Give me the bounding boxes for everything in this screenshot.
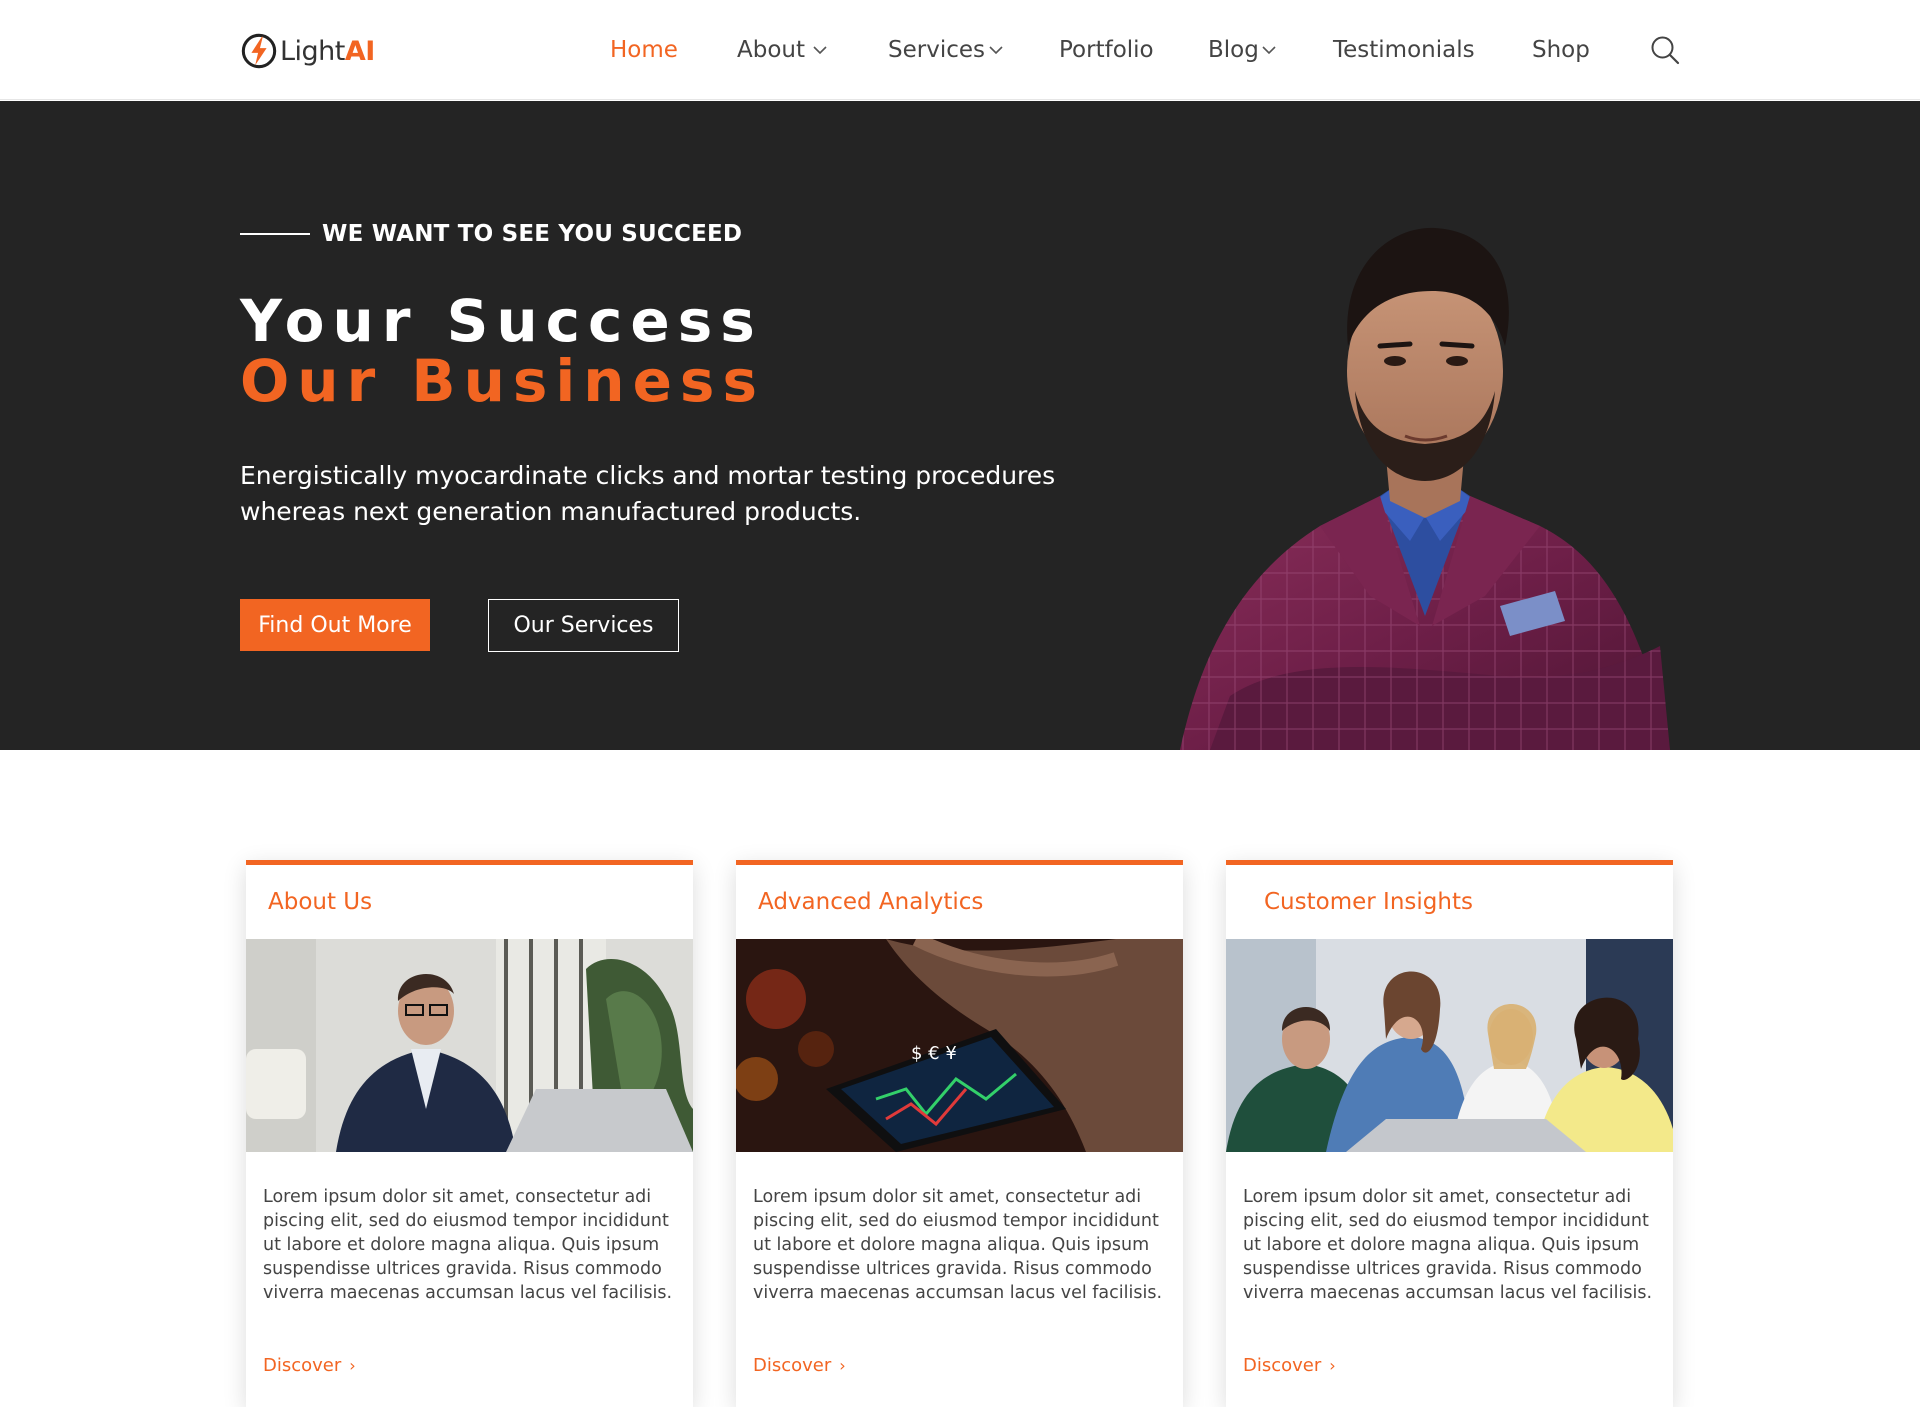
site-header: LightAI Home About Services Portfolio Bl… [0, 0, 1920, 100]
card-text: Lorem ipsum dolor sit amet, consectetur … [1243, 1187, 1653, 1303]
nav-item-label: Shop [1532, 37, 1590, 63]
card-text: Lorem ipsum dolor sit amet, consectetur … [753, 1187, 1163, 1303]
eyebrow-text: WE WANT TO SEE YOU SUCCEED [322, 221, 743, 247]
card-image-team [1226, 939, 1673, 1152]
nav-item-label: Services [888, 37, 985, 63]
nav-item-label: Home [610, 37, 678, 63]
hero-section: WE WANT TO SEE YOU SUCCEED Your Success … [0, 101, 1920, 750]
eyebrow-divider [240, 233, 310, 235]
nav-item-label: Portfolio [1059, 37, 1154, 63]
nav-item-testimonials[interactable]: Testimonials [1333, 32, 1475, 68]
nav-item-services[interactable]: Services [888, 32, 1003, 68]
hero-eyebrow: WE WANT TO SEE YOU SUCCEED [240, 221, 742, 247]
nav-item-about[interactable]: About [737, 32, 827, 68]
nav-item-home[interactable]: Home [610, 32, 678, 68]
discover-link[interactable]: Discover › [263, 1355, 356, 1376]
nav-item-label: Testimonials [1333, 37, 1475, 63]
nav-item-label: About [737, 37, 806, 63]
chevron-right-icon: › [349, 1356, 356, 1375]
card-about-us: About Us Lorem ipsum dolor sit amet, con… [246, 860, 693, 1407]
nav-item-blog[interactable]: Blog [1208, 32, 1276, 68]
card-customer-insights: Customer Insights Lorem ipsum dolor sit … [1226, 860, 1673, 1407]
chevron-right-icon: › [839, 1356, 846, 1375]
search-icon[interactable] [1650, 35, 1680, 65]
card-image-smartphone-chart: $ € ¥ [736, 939, 1183, 1152]
discover-link[interactable]: Discover › [753, 1355, 846, 1376]
discover-link-label: Discover [263, 1355, 342, 1376]
chevron-down-icon [813, 46, 827, 55]
svg-text:$ € ¥: $ € ¥ [911, 1043, 957, 1064]
discover-link-label: Discover [1243, 1355, 1322, 1376]
hero-portrait-image [1180, 227, 1670, 750]
card-title: Advanced Analytics [758, 889, 984, 915]
hero-description: Energistically myocardinate clicks and m… [240, 461, 1056, 526]
card-image-businessman [246, 939, 693, 1152]
chevron-right-icon: › [1329, 1356, 1336, 1375]
card-title: About Us [268, 889, 373, 915]
chevron-down-icon [989, 46, 1003, 55]
find-out-more-button[interactable]: Find Out More [240, 599, 430, 651]
main-nav: Home About Services Portfolio Blog Testi… [0, 32, 1920, 68]
chevron-down-icon [1262, 46, 1276, 55]
nav-item-shop[interactable]: Shop [1532, 32, 1590, 68]
discover-link[interactable]: Discover › [1243, 1355, 1336, 1376]
card-title: Customer Insights [1264, 889, 1473, 915]
card-text: Lorem ipsum dolor sit amet, consectetur … [263, 1187, 673, 1303]
nav-item-portfolio[interactable]: Portfolio [1059, 32, 1154, 68]
discover-link-label: Discover [753, 1355, 832, 1376]
our-services-button[interactable]: Our Services [488, 599, 679, 652]
nav-item-label: Blog [1208, 37, 1259, 63]
headline-line1: Your Success [240, 287, 763, 355]
headline-line2: Our Business [240, 347, 765, 415]
card-advanced-analytics: Advanced Analytics $ € ¥ Lorem ipsum dol… [736, 860, 1183, 1407]
hero-headline: Your Success Our Business [240, 291, 765, 411]
